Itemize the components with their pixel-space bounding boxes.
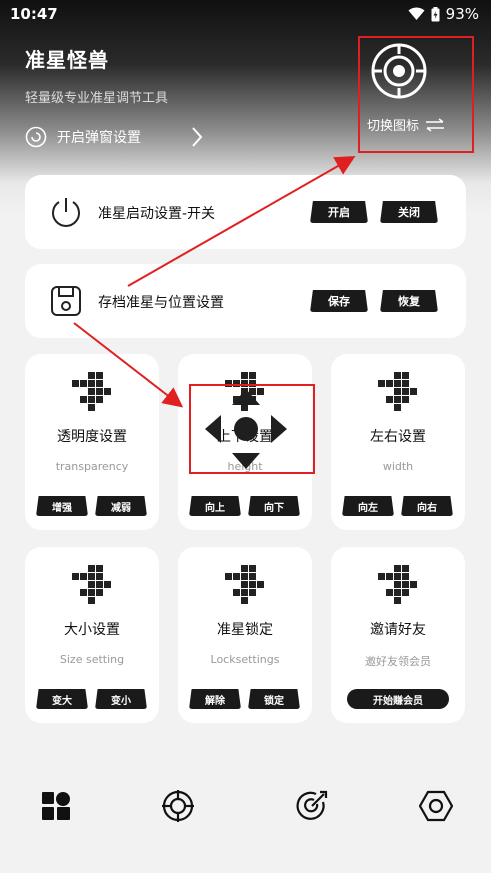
- invite-title: 邀请好友: [370, 622, 426, 638]
- transparency-decrease-button[interactable]: 减弱: [95, 496, 147, 516]
- move-right-button[interactable]: 向右: [401, 496, 453, 516]
- transparency-subtitle: transparency: [55, 460, 129, 473]
- move-down-button[interactable]: 向下: [248, 496, 300, 516]
- crosshair-icon: [162, 790, 194, 822]
- power-switch-card: 准星启动设置-开关 开启 关闭: [25, 175, 466, 249]
- grid-blocks-icon: [225, 565, 264, 604]
- popup-setting-row[interactable]: 开启弹窗设置: [25, 125, 205, 149]
- move-up-button[interactable]: 向上: [189, 496, 241, 516]
- size-subtitle: Size setting: [59, 653, 125, 666]
- transparency-increase-button[interactable]: 增强: [36, 496, 88, 516]
- width-card: 左右设置 width 向左 向右: [331, 354, 465, 530]
- save-button[interactable]: 保存: [310, 290, 368, 312]
- unlock-button[interactable]: 解除: [189, 689, 241, 709]
- status-bar: 10:47 93%: [0, 0, 491, 30]
- swap-arrows-icon: [426, 117, 445, 132]
- wifi-icon: [408, 7, 425, 20]
- lock-subtitle: Locksettings: [210, 653, 280, 666]
- save-disk-icon: [51, 286, 81, 316]
- transparency-title: 透明度设置: [57, 429, 127, 445]
- refresh-circle-icon: [25, 126, 47, 148]
- crosshair-target-icon[interactable]: [370, 42, 428, 100]
- save-settings-card: 存档准星与位置设置 保存 恢复: [25, 264, 466, 338]
- hexagon-settings-icon: [419, 790, 453, 822]
- bottom-navigation: [0, 770, 491, 840]
- status-icons: 93%: [408, 5, 479, 23]
- battery-percent: 93%: [445, 5, 479, 23]
- power-icon: [52, 198, 80, 227]
- lock-title: 准星锁定: [217, 622, 273, 638]
- size-increase-button[interactable]: 变大: [36, 689, 88, 709]
- app-title: 准星怪兽: [25, 48, 109, 72]
- grid-blocks-icon: [72, 372, 111, 411]
- lock-card: 准星锁定 Locksettings 解除 锁定: [178, 547, 312, 723]
- grid-blocks-icon: [378, 565, 417, 604]
- app-subtitle: 轻量级专业准星调节工具: [25, 91, 169, 106]
- grid-blocks-icon: [72, 565, 111, 604]
- move-left-button[interactable]: 向左: [342, 496, 394, 516]
- status-time: 10:47: [10, 5, 58, 23]
- power-on-button[interactable]: 开启: [310, 201, 368, 223]
- target-dart-icon: [296, 790, 328, 820]
- switch-icon-button[interactable]: 切换图标: [367, 115, 445, 134]
- size-card: 大小设置 Size setting 变大 变小: [25, 547, 159, 723]
- popup-setting-label: 开启弹窗设置: [57, 130, 141, 146]
- height-highlight-box: [189, 384, 315, 474]
- width-subtitle: width: [382, 460, 414, 473]
- save-settings-label: 存档准星与位置设置: [98, 295, 224, 311]
- size-title: 大小设置: [64, 622, 120, 638]
- nav-home[interactable]: [36, 786, 76, 826]
- nav-target[interactable]: [292, 786, 332, 826]
- power-switch-label: 准星启动设置-开关: [98, 206, 216, 222]
- invite-card: 邀请好友 邀好友领会员 开始赚会员: [331, 547, 465, 723]
- power-off-button[interactable]: 关闭: [380, 201, 438, 223]
- size-decrease-button[interactable]: 变小: [95, 689, 147, 709]
- transparency-card: 透明度设置 transparency 增强 减弱: [25, 354, 159, 530]
- width-title: 左右设置: [370, 429, 426, 445]
- nav-settings[interactable]: [416, 786, 456, 826]
- chevron-right-icon[interactable]: [190, 126, 204, 148]
- nav-crosshair[interactable]: [158, 786, 198, 826]
- earn-membership-button[interactable]: 开始赚会员: [347, 689, 449, 709]
- dashboard-grid-icon: [42, 792, 70, 820]
- switch-icon-label: 切换图标: [367, 119, 420, 134]
- grid-blocks-icon: [378, 372, 417, 411]
- lock-button[interactable]: 锁定: [248, 689, 300, 709]
- battery-icon: [431, 6, 440, 21]
- restore-button[interactable]: 恢复: [380, 290, 438, 312]
- invite-subtitle: 邀好友领会员: [365, 655, 431, 668]
